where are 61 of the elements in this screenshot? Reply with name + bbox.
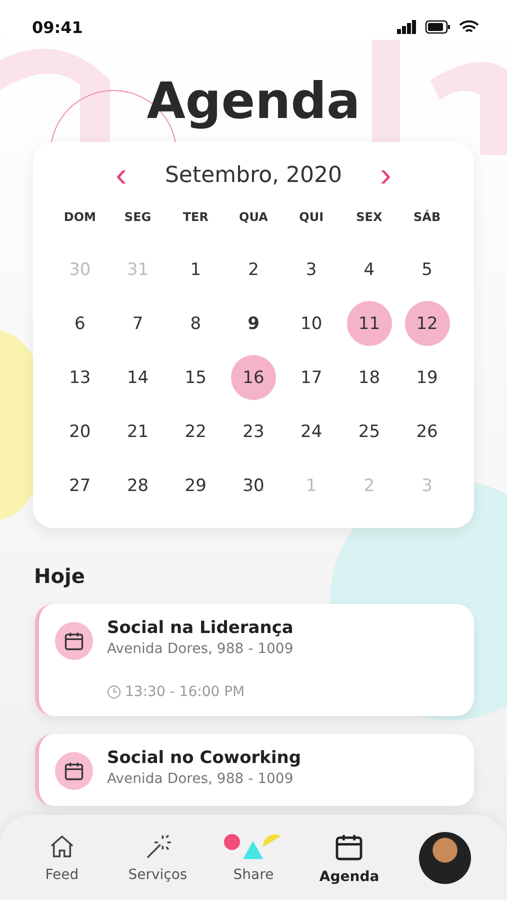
calendar-day[interactable]: 9 (230, 301, 276, 346)
calendar-day[interactable]: 21 (115, 409, 160, 454)
calendar-day[interactable]: 29 (173, 463, 218, 508)
calendar-day[interactable]: 27 (57, 463, 102, 508)
calendar-day[interactable]: 25 (346, 409, 392, 454)
calendar-day[interactable]: 24 (288, 409, 334, 454)
event-address: Avenida Dores, 988 - 1009 (107, 641, 294, 657)
calendar-icon (55, 622, 93, 660)
calendar-day[interactable]: 11 (346, 301, 392, 346)
event-title: Social na Liderança (107, 618, 294, 638)
calendar-day[interactable]: 3 (288, 247, 334, 292)
calendar-day[interactable]: 20 (57, 409, 102, 454)
calendar-icon (55, 752, 93, 790)
calendar-day[interactable]: 17 (288, 355, 334, 400)
event-time: 13:30 - 16:00 PM (125, 684, 245, 700)
calendar-day[interactable]: 1 (173, 247, 218, 292)
event-card[interactable]: Social no Coworking Avenida Dores, 988 - 1009 (35, 734, 474, 806)
calendar-day[interactable]: 30 (230, 463, 276, 508)
calendar-day[interactable]: 5 (404, 247, 450, 292)
calendar-day[interactable]: 8 (173, 301, 218, 346)
calendar-day[interactable]: 13 (57, 355, 102, 400)
calendar-day[interactable]: 4 (346, 247, 392, 292)
nav-tab[interactable]: Agenda (301, 830, 398, 884)
page-title: Agenda (146, 72, 360, 130)
section-title: Hoje (34, 564, 86, 588)
calendar-day[interactable]: 22 (173, 409, 218, 454)
event-address: Avenida Dores, 988 - 1009 (107, 771, 294, 787)
battery-icon (425, 20, 451, 34)
weekday-label: SÁB (414, 210, 441, 226)
signal-icon (397, 20, 417, 34)
calendar-day[interactable]: 12 (404, 301, 450, 346)
calendar-day[interactable]: 2 (230, 247, 276, 292)
weekday-label: DOM (64, 210, 96, 226)
weekday-label: SEG (124, 210, 152, 226)
calendar-day[interactable]: 23 (230, 409, 276, 454)
nav-tab[interactable]: Serviços (110, 832, 206, 882)
next-month-button[interactable]: › (374, 158, 398, 192)
calendar-day[interactable]: 14 (115, 355, 160, 400)
previous-month-button[interactable]: ‹ (110, 158, 133, 192)
event-title: Social no Coworking (107, 748, 302, 768)
calendar-day[interactable]: 6 (57, 301, 102, 346)
weekday-label: TER (182, 210, 208, 226)
shapes-icon (223, 832, 284, 860)
month-title: Setembro, 2020 (164, 162, 342, 188)
calendar-day[interactable]: 16 (230, 355, 276, 400)
calendar-day[interactable]: 26 (404, 409, 450, 454)
status-time: 09:41 (32, 18, 83, 36)
wifi-icon (459, 20, 479, 34)
weekday-label: SEX (356, 210, 382, 226)
calendar-day[interactable]: 10 (288, 301, 334, 346)
event-card[interactable]: Social na Liderança Avenida Dores, 988 - 1009 13:30 - 16:00 PM (35, 604, 474, 716)
weekday-label: QUA (239, 210, 268, 226)
nav-tab[interactable]: Share (206, 832, 302, 882)
calendar-day[interactable]: 28 (115, 463, 160, 508)
weekday-label: QUI (299, 210, 324, 226)
nav-tab[interactable]: Feed (14, 832, 110, 882)
calendar-day[interactable]: 18 (346, 355, 392, 400)
calendar-day[interactable]: 7 (115, 301, 160, 346)
calendar-day[interactable]: 19 (404, 355, 450, 400)
calendar-day[interactable]: 15 (173, 355, 218, 400)
clock-icon (107, 685, 121, 699)
